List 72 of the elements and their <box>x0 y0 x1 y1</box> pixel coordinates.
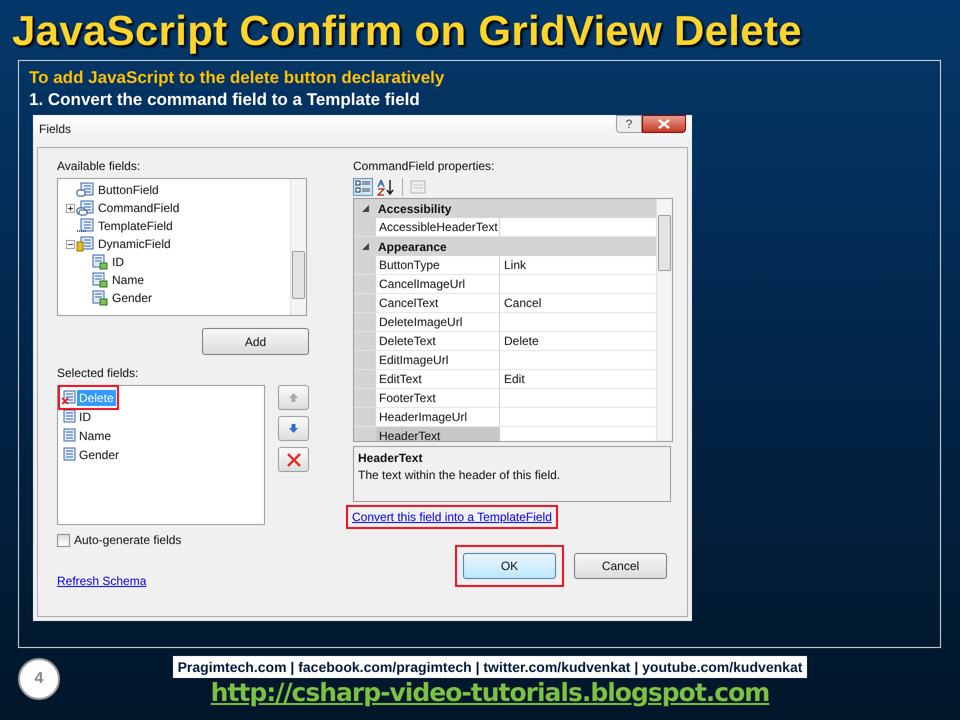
social-links: Pragimtech.com | facebook.com/pragimtech | twitter.com/kudvenkat | youtube.com/kudvenkat <box>172 656 808 678</box>
tree-item[interactable]: ID <box>58 253 290 271</box>
field-label: Available fields: <box>57 158 142 174</box>
page-number: 4 <box>18 658 60 700</box>
add-button[interactable]: Add <box>202 328 309 355</box>
slide-title: JavaScript Confirm on GridView Delete <box>12 6 803 56</box>
list-item[interactable]: Name <box>61 426 114 445</box>
property-name[interactable]: FooterText <box>376 389 500 407</box>
property-name[interactable]: CancelImageUrl <box>376 275 500 293</box>
collapse-triangle-icon[interactable] <box>362 243 368 250</box>
field-icon <box>76 218 94 234</box>
sort-alphabetical-icon[interactable] <box>377 178 395 196</box>
tree-item[interactable]: CommandField <box>58 199 290 217</box>
move-up-button[interactable] <box>278 385 309 410</box>
property-value[interactable]: Delete <box>500 332 656 350</box>
dialog-button[interactable]: Cancel <box>574 553 667 579</box>
field-icon <box>61 447 77 462</box>
move-down-button[interactable] <box>278 416 309 441</box>
tree-item[interactable]: ButtonField <box>58 181 290 199</box>
remove-button[interactable] <box>278 447 309 472</box>
convert-link[interactable]: Convert this field into a TemplateField <box>348 507 556 527</box>
field-icon <box>61 428 77 443</box>
close-icon <box>658 119 670 129</box>
scrollbar[interactable] <box>290 179 306 315</box>
property-value[interactable]: Link <box>500 256 656 274</box>
list-item[interactable]: Gender <box>61 445 122 464</box>
collapse-triangle-icon[interactable] <box>362 205 368 212</box>
property-name[interactable]: CancelText <box>376 294 500 312</box>
description-text: The text within the header of this field. <box>358 468 562 482</box>
tree-item[interactable]: TemplateField <box>58 217 290 235</box>
field-icon <box>92 272 108 288</box>
field-label: CommandField properties: <box>353 158 496 174</box>
dialog-button[interactable]: OK <box>463 553 556 579</box>
property-name[interactable]: HeaderImageUrl <box>376 408 500 426</box>
expander-icon[interactable] <box>66 240 75 248</box>
window-title: Fields <box>39 122 72 136</box>
description-title: HeaderText <box>358 451 424 465</box>
field-icon <box>61 390 77 405</box>
list-item[interactable]: ID <box>61 407 93 426</box>
tree-item[interactable]: DynamicField <box>58 235 290 253</box>
tree-item[interactable]: Name <box>58 271 290 289</box>
close-button[interactable] <box>642 115 686 133</box>
refresh-schema-link[interactable]: Refresh Schema <box>57 574 146 588</box>
step-text: 1. Convert the command field to a Template field <box>29 89 421 111</box>
property-name[interactable]: HeaderText <box>376 427 500 441</box>
field-icon <box>92 254 108 270</box>
website-link[interactable]: http://csharp-video-tutorials.blogspot.com <box>210 678 770 707</box>
up-arrow-icon <box>289 393 298 402</box>
property-name[interactable]: DeleteText <box>376 332 500 350</box>
tree-item[interactable]: Gender <box>58 289 290 307</box>
checkbox-label: Auto-generate fields <box>74 533 182 547</box>
field-icon <box>92 290 108 306</box>
down-arrow-icon <box>289 424 298 433</box>
help-button[interactable]: ? <box>616 115 642 133</box>
field-icon <box>61 409 77 424</box>
checkbox[interactable] <box>57 534 70 546</box>
field-icon <box>76 182 94 198</box>
property-name[interactable]: ButtonType <box>376 256 500 274</box>
expander-icon[interactable] <box>66 204 75 212</box>
scrollbar[interactable] <box>656 199 672 441</box>
remove-icon <box>286 452 300 466</box>
property-value[interactable]: Cancel <box>500 294 656 312</box>
property-name[interactable]: DeleteImageUrl <box>376 313 500 331</box>
field-label: Selected fields: <box>57 365 140 381</box>
property-name[interactable]: EditImageUrl <box>376 351 500 369</box>
field-icon <box>76 200 94 216</box>
property-name[interactable]: AccessibleHeaderText <box>376 218 500 236</box>
property-name[interactable]: EditText <box>376 370 500 388</box>
field-icon <box>76 236 94 252</box>
categorized-icon[interactable] <box>353 178 373 196</box>
property-value[interactable]: Edit <box>500 370 656 388</box>
slide-subtitle: To add JavaScript to the delete button declaratively <box>29 67 446 89</box>
